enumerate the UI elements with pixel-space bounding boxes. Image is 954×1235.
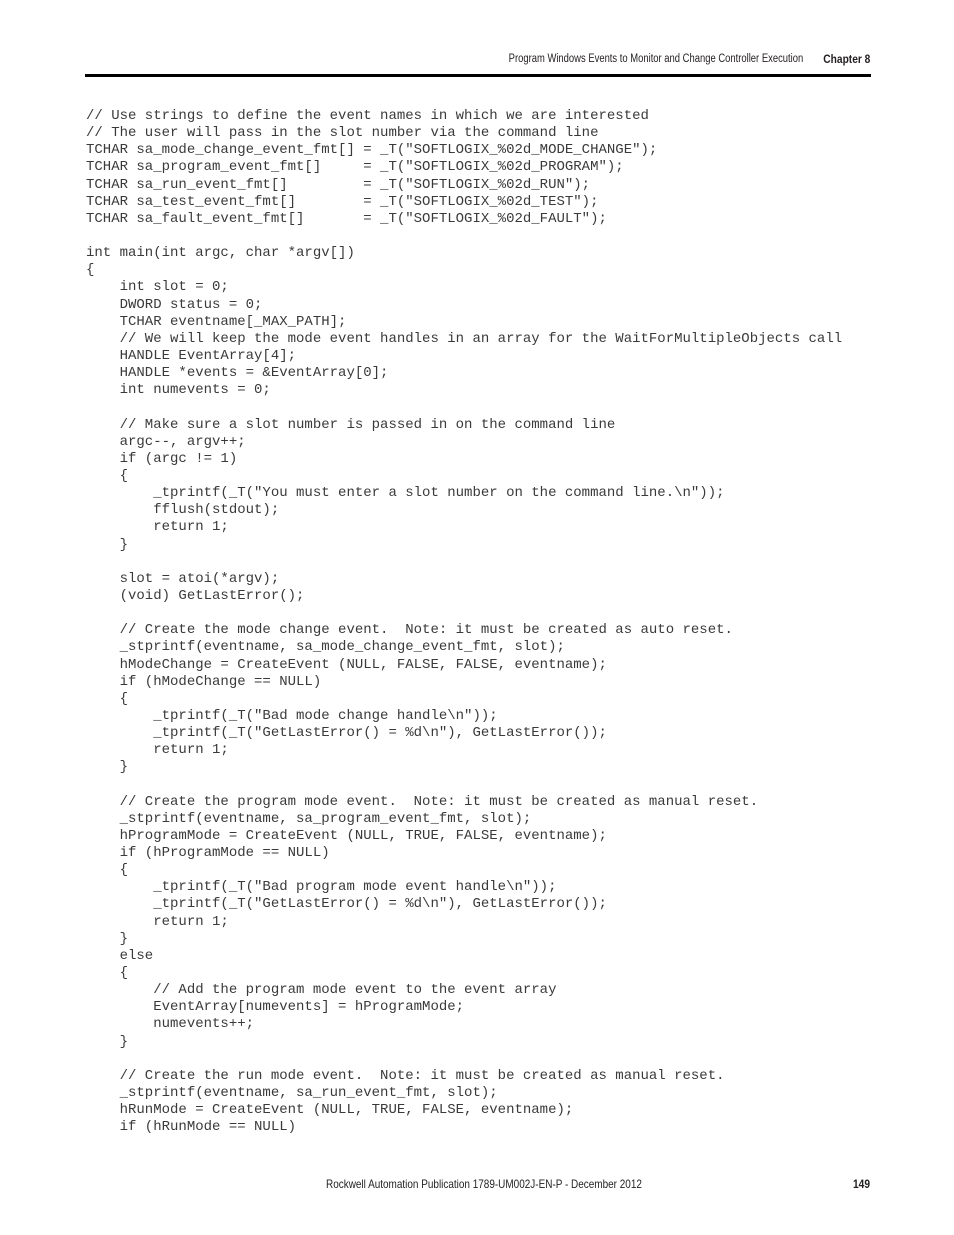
code-line: if (hProgramMode == NULL) [86, 845, 330, 862]
code-line: int main(int argc, char *argv[]) [86, 245, 355, 262]
code-line: ​ [86, 228, 842, 245]
code-line: if (hRunMode == NULL) [86, 1119, 297, 1136]
code-line: int numevents = 0; [86, 382, 271, 399]
code-line: { [86, 965, 129, 982]
code-line: _stprintf(eventname, sa_program_event_fm… [86, 810, 532, 827]
code-line: { [86, 262, 95, 279]
code-line: } [86, 930, 129, 947]
code-line: // Create the run mode event. Note: it m… [86, 1067, 725, 1084]
code-line: argc--, argv++; [86, 433, 246, 450]
code-line: ​ [86, 554, 842, 571]
code-line: TCHAR sa_program_event_fmt[] = _T("SOFTL… [86, 159, 624, 176]
section-title: Program Windows Events to Monitor and Ch… [508, 53, 803, 65]
code-line: TCHAR eventname[_MAX_PATH]; [86, 313, 347, 330]
code-line: hProgramMode = CreateEvent (NULL, TRUE, … [86, 827, 607, 844]
code-line: DWORD status = 0; [86, 296, 263, 313]
code-line: _tprintf(_T("Bad program mode event hand… [86, 879, 557, 896]
code-line: // We will keep the mode event handles i… [86, 330, 843, 347]
code-line: int slot = 0; [86, 279, 229, 296]
code-line: _tprintf(_T("GetLastError() = %d\n"), Ge… [86, 896, 607, 913]
code-line: _tprintf(_T("You must enter a slot numbe… [86, 485, 725, 502]
code-line: fflush(stdout); [86, 502, 280, 519]
code-line: TCHAR sa_run_event_fmt[] = _T("SOFTLOGIX… [86, 176, 591, 193]
code-line: return 1; [86, 519, 229, 536]
page-number: 149 [852, 1177, 870, 1191]
code-line: EventArray[numevents] = hProgramMode; [86, 999, 465, 1016]
code-line: if (hModeChange == NULL) [86, 673, 322, 690]
code-line: numevents++; [86, 1016, 255, 1033]
chapter-label: Chapter 8 [822, 52, 870, 66]
code-line: return 1; [86, 913, 229, 930]
code-line: else [86, 947, 154, 964]
code-line: { [86, 690, 129, 707]
code-listing: // Use strings to define the event names… [86, 108, 842, 1136]
code-line: // Create the mode change event. Note: i… [86, 622, 733, 639]
code-line: _tprintf(_T("GetLastError() = %d\n"), Ge… [86, 725, 607, 742]
code-line: { [86, 467, 129, 484]
code-line: _stprintf(eventname, sa_mode_change_even… [86, 639, 565, 656]
code-line: // Make sure a slot number is passed in … [86, 416, 616, 433]
code-line: hModeChange = CreateEvent (NULL, FALSE, … [86, 656, 607, 673]
code-line: ​ [86, 776, 842, 793]
code-line: hRunMode = CreateEvent (NULL, TRUE, FALS… [86, 1102, 574, 1119]
code-line: // Add the program mode event to the eve… [86, 982, 557, 999]
code-line: _stprintf(eventname, sa_run_event_fmt, s… [86, 1085, 498, 1102]
code-line: return 1; [86, 742, 229, 759]
code-line: ​ [86, 1051, 842, 1068]
code-line: // Use strings to define the event names… [86, 108, 649, 124]
code-line: (void) GetLastError(); [86, 587, 305, 604]
publication-info: Rockwell Automation Publication 1789-UM0… [326, 1177, 642, 1191]
code-line: _tprintf(_T("Bad mode change handle\n"))… [86, 707, 498, 724]
code-line: TCHAR sa_mode_change_event_fmt[] = _T("S… [86, 142, 658, 159]
code-line: HANDLE EventArray[4]; [86, 347, 297, 364]
code-line: HANDLE *events = &EventArray[0]; [86, 365, 389, 382]
code-line: // Create the program mode event. Note: … [86, 793, 759, 810]
code-line: slot = atoi(*argv); [86, 570, 280, 587]
code-line: ​ [86, 605, 842, 622]
code-line: } [86, 759, 129, 776]
code-line: if (argc != 1) [86, 450, 238, 467]
code-line: } [86, 1033, 129, 1050]
code-line: } [86, 536, 129, 553]
code-line: // The user will pass in the slot number… [86, 125, 599, 142]
header-divider [85, 74, 871, 77]
code-line: ​ [86, 399, 842, 416]
code-line: { [86, 862, 129, 879]
code-line: TCHAR sa_test_event_fmt[] = _T("SOFTLOGI… [86, 193, 599, 210]
code-line: TCHAR sa_fault_event_fmt[] = _T("SOFTLOG… [86, 210, 607, 227]
